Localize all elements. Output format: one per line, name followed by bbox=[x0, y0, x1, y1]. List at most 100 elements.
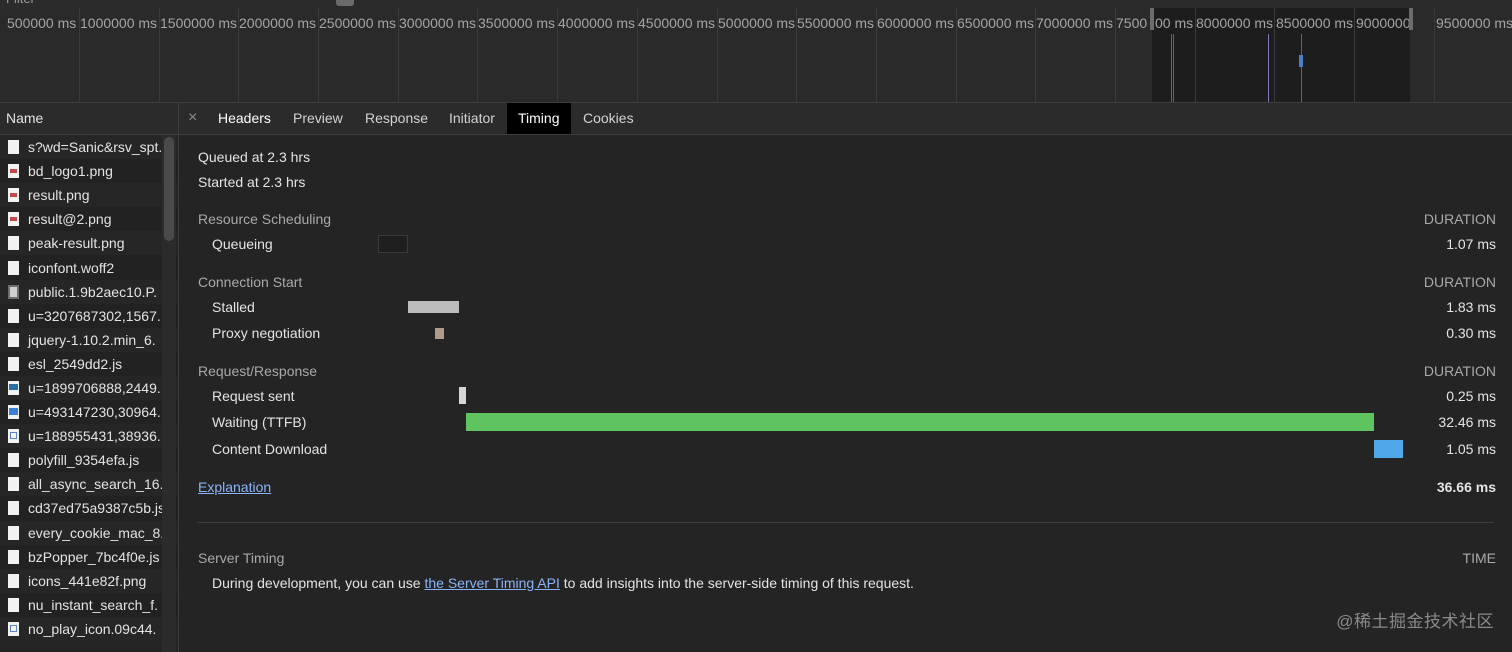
request-row[interactable]: bzPopper_7bc4f0e.js bbox=[0, 544, 178, 569]
overview-tick-label: 1000000 ms bbox=[80, 15, 158, 31]
overview-tick-label: 8000000 ms bbox=[1196, 15, 1274, 31]
request-name: s?wd=Sanic&rsv_spt. bbox=[28, 139, 163, 156]
request-list-panel: Name s?wd=Sanic&rsv_spt. bd_logo1.pngresu… bbox=[0, 103, 179, 652]
request-name: jquery-1.10.2.min_6. bbox=[28, 331, 156, 348]
request-row[interactable]: cd37ed75a9387c5b.js bbox=[0, 496, 178, 521]
overview-grid-line bbox=[1274, 8, 1275, 102]
document-icon bbox=[8, 356, 19, 371]
overview-tick-label: 6000000 ms bbox=[877, 15, 955, 31]
document-icon bbox=[8, 597, 19, 612]
name-column-header[interactable]: Name bbox=[0, 103, 178, 135]
phase-label-stalled: Stalled bbox=[212, 299, 255, 315]
request-row[interactable]: u=3207687302,1567. bbox=[0, 303, 178, 328]
started-at-text: Started at 2.3 hrs bbox=[198, 174, 306, 190]
request-name: bd_logo1.png bbox=[28, 163, 113, 180]
phase-label-request-sent: Request sent bbox=[212, 388, 295, 404]
request-row[interactable]: nu_instant_search_f. bbox=[0, 592, 178, 617]
request-row[interactable]: jquery-1.10.2.min_6. bbox=[0, 327, 178, 352]
image-file-icon bbox=[8, 188, 19, 203]
total-duration: 36.66 ms bbox=[1436, 479, 1496, 495]
phase-label-queueing: Queueing bbox=[212, 236, 273, 252]
duration-header: DURATION bbox=[1423, 274, 1496, 290]
request-row[interactable]: esl_2549dd2.js bbox=[0, 351, 178, 376]
overview-tick-label: 2000000 ms bbox=[239, 15, 317, 31]
document-icon bbox=[8, 260, 19, 275]
request-row[interactable]: u=188955431,38936. bbox=[0, 424, 178, 449]
request-row[interactable]: icons_441e82f.png bbox=[0, 568, 178, 593]
request-row[interactable]: s?wd=Sanic&rsv_spt. bbox=[0, 135, 178, 160]
document-icon bbox=[8, 308, 19, 323]
overview-tick-label: 4500000 ms bbox=[638, 15, 716, 31]
phase-duration-waiting-ttfb: 32.46 ms bbox=[1438, 414, 1496, 430]
overview-tick-label: 3500000 ms bbox=[478, 15, 556, 31]
request-row[interactable]: u=493147230,30964. bbox=[0, 400, 178, 425]
filter-chip bbox=[336, 0, 354, 6]
request-name: no_play_icon.09c44. bbox=[28, 620, 157, 637]
image-file-icon bbox=[8, 164, 19, 179]
overview-tick-label: 7000000 ms bbox=[1036, 15, 1114, 31]
selection-handle-right[interactable] bbox=[1409, 8, 1413, 30]
scrollbar-thumb[interactable] bbox=[164, 137, 174, 241]
overview-tick-label: 7500 bbox=[1116, 15, 1148, 31]
tab-cookies[interactable]: Cookies bbox=[572, 103, 645, 134]
detail-tabbar: × Headers Preview Response Initiator Tim… bbox=[179, 103, 1512, 135]
tab-initiator[interactable]: Initiator bbox=[438, 103, 506, 134]
request-row[interactable]: peak-result.png bbox=[0, 231, 178, 256]
phase-label-waiting-ttfb: Waiting (TTFB) bbox=[212, 414, 307, 430]
phase-duration-stalled: 1.83 ms bbox=[1446, 299, 1496, 315]
tab-response[interactable]: Response bbox=[354, 103, 439, 134]
section-title-server-timing: Server Timing bbox=[198, 550, 285, 566]
section-title-resource-scheduling: Resource Scheduling bbox=[198, 211, 332, 227]
explanation-link[interactable]: Explanation bbox=[198, 479, 271, 495]
document-icon bbox=[8, 501, 19, 516]
overview-tick-label: 9500000 ms bbox=[1436, 15, 1512, 31]
request-row[interactable]: all_async_search_16. bbox=[0, 472, 178, 497]
dark-image-icon bbox=[8, 284, 19, 299]
request-row[interactable]: every_cookie_mac_8. bbox=[0, 520, 178, 545]
request-row[interactable]: iconfont.woff2 bbox=[0, 255, 178, 280]
timing-bar-waiting-ttfb bbox=[466, 413, 1374, 431]
overview-tick-label: 9000000 bbox=[1356, 15, 1411, 31]
request-list-scrollbar[interactable] bbox=[162, 135, 176, 652]
request-list: s?wd=Sanic&rsv_spt. bd_logo1.png result.pn… bbox=[0, 135, 178, 641]
request-row[interactable]: public.1.9b2aec10.P. bbox=[0, 279, 178, 304]
image-file-icon bbox=[8, 212, 19, 227]
request-row[interactable]: bd_logo1.png bbox=[0, 159, 178, 184]
request-row[interactable]: result@2.png bbox=[0, 207, 178, 232]
request-row[interactable]: no_play_icon.09c44. bbox=[0, 616, 178, 641]
tab-preview[interactable]: Preview bbox=[282, 103, 354, 134]
request-name: u=188955431,38936. bbox=[28, 428, 161, 445]
overview-request-marker bbox=[1268, 34, 1269, 102]
duration-header: DURATION bbox=[1423, 363, 1496, 379]
timing-bar-queueing bbox=[378, 235, 408, 253]
request-row[interactable]: polyfill_9354efa.js bbox=[0, 448, 178, 473]
selection-handle-left[interactable] bbox=[1150, 8, 1154, 30]
tab-headers[interactable]: Headers bbox=[207, 103, 282, 134]
overview-tick-label: 1500000 ms bbox=[160, 15, 238, 31]
request-name: result@2.png bbox=[28, 211, 112, 228]
close-icon[interactable]: × bbox=[188, 109, 197, 127]
overview-tick-label: 8500000 ms bbox=[1276, 15, 1354, 31]
request-name: polyfill_9354efa.js bbox=[28, 452, 140, 469]
server-timing-api-link[interactable]: the Server Timing API bbox=[424, 575, 559, 591]
phase-duration-queueing: 1.07 ms bbox=[1446, 236, 1496, 252]
blue-picture-icon bbox=[8, 405, 19, 420]
request-name: esl_2549dd2.js bbox=[28, 355, 123, 372]
overview-tick-label: 6500000 ms bbox=[957, 15, 1035, 31]
document-icon bbox=[8, 525, 19, 540]
overview-grid-line bbox=[1354, 8, 1355, 102]
request-name: iconfont.woff2 bbox=[28, 259, 115, 276]
section-title-connection-start: Connection Start bbox=[198, 274, 303, 290]
watermark-text: @稀土掘金技术社区 bbox=[1336, 612, 1494, 631]
request-row[interactable]: result.png bbox=[0, 183, 178, 208]
document-icon bbox=[8, 453, 19, 468]
request-name: u=1899706888,2449. bbox=[28, 379, 161, 396]
request-name: bzPopper_7bc4f0e.js bbox=[28, 548, 160, 565]
request-row[interactable]: u=1899706888,2449. bbox=[0, 375, 178, 401]
network-overview-timeline[interactable]: 500000 ms 1000000 ms 1500000 ms 2000000 ms 2… bbox=[0, 8, 1512, 103]
overview-request-marker bbox=[1171, 34, 1172, 102]
overview-request-marker bbox=[1301, 34, 1302, 102]
filter-label-fragment: Filter bbox=[6, 0, 35, 6]
request-name: cd37ed75a9387c5b.js bbox=[28, 500, 166, 517]
tab-timing[interactable]: Timing bbox=[507, 103, 571, 134]
